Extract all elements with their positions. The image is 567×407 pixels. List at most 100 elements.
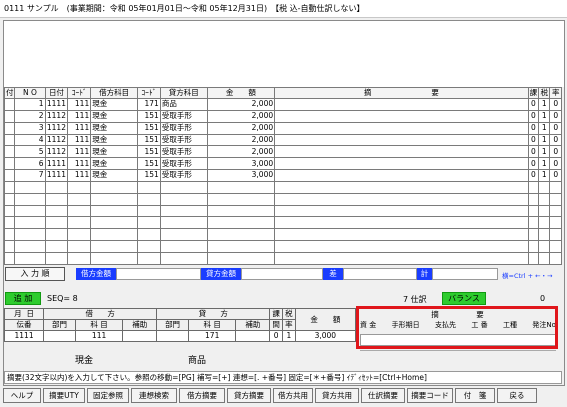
fkey-button[interactable]: 付 箋 xyxy=(455,388,495,403)
cell-ka: 0 xyxy=(527,109,540,123)
cell-empty xyxy=(14,204,46,218)
fkey-button[interactable]: 戻る xyxy=(497,388,537,403)
cell-empty xyxy=(549,180,562,194)
cell-empty xyxy=(527,180,540,194)
cell-empty xyxy=(3,192,16,206)
cell-empty xyxy=(44,228,69,242)
fkey-button[interactable]: 貸方摘要 xyxy=(227,388,271,403)
cell-ka: 0 xyxy=(527,145,540,159)
cell-cname: 受取手形 xyxy=(159,157,208,171)
credit-dept-input[interactable] xyxy=(156,330,189,342)
cell-zei: 1 xyxy=(538,109,551,123)
cell-empty xyxy=(14,180,46,194)
debit-dept-input[interactable] xyxy=(43,330,76,342)
debit-sub-input[interactable] xyxy=(122,330,158,342)
cell-dcode: 111 xyxy=(67,133,92,147)
journal-row-empty[interactable] xyxy=(3,204,562,218)
balance-button[interactable]: バランス xyxy=(442,292,486,305)
zei-input[interactable]: 1 xyxy=(282,330,296,342)
grid-col-header: 摘 要 xyxy=(274,87,529,99)
cell-ka: 0 xyxy=(527,133,540,147)
cell-empty xyxy=(44,180,69,194)
difference-label: 差 xyxy=(323,268,343,280)
grid-col-header: 率 xyxy=(549,87,562,99)
credit-code-input[interactable]: 171 xyxy=(187,330,237,342)
fkey-button[interactable]: 固定参照 xyxy=(87,388,129,403)
highlight-box xyxy=(356,306,558,349)
journal-row[interactable]: 2 1112 111 現金 151 受取手形 2,000 0 1 0 xyxy=(3,109,562,123)
ka-input[interactable]: 0 xyxy=(269,330,283,342)
input-order-button[interactable]: 入 力 順 xyxy=(5,267,65,281)
cell-empty xyxy=(549,240,562,253)
fkey-button[interactable]: 摘要UTY xyxy=(43,388,85,403)
cell-dcode: 111 xyxy=(67,145,92,159)
cell-ritsu: 0 xyxy=(549,157,562,171)
cell-tag xyxy=(3,169,16,182)
cell-empty xyxy=(3,216,16,230)
cell-ritsu: 0 xyxy=(549,98,562,111)
cell-empty xyxy=(90,228,138,242)
cell-dname: 現金 xyxy=(90,169,138,182)
interval-label: 間 xyxy=(269,319,283,331)
journal-row-empty[interactable] xyxy=(3,251,562,266)
cell-desc xyxy=(274,109,529,123)
amount-label: 金 額 xyxy=(294,308,357,331)
cell-empty xyxy=(136,240,161,253)
cell-date: 1112 xyxy=(44,109,69,123)
total-label: 計 xyxy=(417,268,432,280)
credit-header: 貸 方 xyxy=(156,308,271,320)
cell-empty xyxy=(538,216,551,230)
cell-amount: 2,000 xyxy=(206,109,276,123)
credit-sub-input[interactable] xyxy=(235,330,271,342)
debit-code-input[interactable]: 111 xyxy=(74,330,124,342)
grid-col-header: 日付 xyxy=(44,87,69,99)
journal-row-empty[interactable] xyxy=(3,192,562,206)
cell-empty xyxy=(538,251,551,266)
cell-ka: 0 xyxy=(527,98,540,111)
amount-input[interactable]: 3,000 xyxy=(294,330,357,342)
journal-row[interactable]: 3 1112 111 現金 151 受取手形 2,000 0 1 0 xyxy=(3,121,562,135)
fkey-button[interactable]: ヘルプ xyxy=(3,388,41,403)
journal-row-empty[interactable] xyxy=(3,216,562,230)
cell-empty xyxy=(206,180,276,194)
cell-empty xyxy=(159,180,208,194)
cell-empty xyxy=(274,180,529,194)
cell-dname: 現金 xyxy=(90,133,138,147)
cell-empty xyxy=(206,251,276,266)
cell-amount: 3,000 xyxy=(206,157,276,171)
cell-tag xyxy=(3,109,16,123)
cell-tag xyxy=(3,98,16,111)
fkey-button[interactable]: 摘要コード xyxy=(407,388,453,403)
cell-empty xyxy=(3,228,16,242)
cell-amount: 2,000 xyxy=(206,145,276,159)
scroll-shortcut-hint: 横=Ctrl + ←・→ xyxy=(502,272,553,280)
cell-zei: 1 xyxy=(538,121,551,135)
fkey-button[interactable]: 連想検索 xyxy=(131,388,177,403)
journal-row[interactable]: 6 1111 111 現金 151 受取手形 3,000 0 1 0 xyxy=(3,157,562,171)
fkey-button[interactable]: 貸方共用 xyxy=(315,388,359,403)
journal-row[interactable]: 4 1112 111 現金 151 受取手形 2,000 0 1 0 xyxy=(3,133,562,147)
fkey-button[interactable]: 借方摘要 xyxy=(179,388,225,403)
cell-empty xyxy=(206,204,276,218)
cell-empty xyxy=(3,204,16,218)
cell-date: 1111 xyxy=(44,157,69,171)
journal-row[interactable]: 5 1112 111 現金 151 受取手形 2,000 0 1 0 xyxy=(3,145,562,159)
ka-label: 課 xyxy=(269,308,283,320)
journal-row[interactable]: 1 1111 111 現金 171 商品 2,000 0 1 0 xyxy=(3,98,562,111)
cell-empty xyxy=(67,180,92,194)
fkey-button[interactable]: 借方共用 xyxy=(273,388,313,403)
journal-row-empty[interactable] xyxy=(3,180,562,194)
journal-row[interactable]: 7 1111 111 現金 151 受取手形 3,000 0 1 0 xyxy=(3,169,562,182)
add-mode-indicator: 追 加 xyxy=(5,292,41,305)
cell-empty xyxy=(44,251,69,266)
journal-row-empty[interactable] xyxy=(3,228,562,242)
cell-no: 7 xyxy=(14,169,46,182)
date-input[interactable]: 1111 xyxy=(3,330,45,342)
cell-empty xyxy=(527,204,540,218)
cell-desc xyxy=(274,133,529,147)
cell-empty xyxy=(3,180,16,194)
cell-tag xyxy=(3,121,16,135)
fkey-button[interactable]: 仕訳摘要 xyxy=(361,388,405,403)
cell-tag xyxy=(3,145,16,159)
journal-row-empty[interactable] xyxy=(3,240,562,253)
